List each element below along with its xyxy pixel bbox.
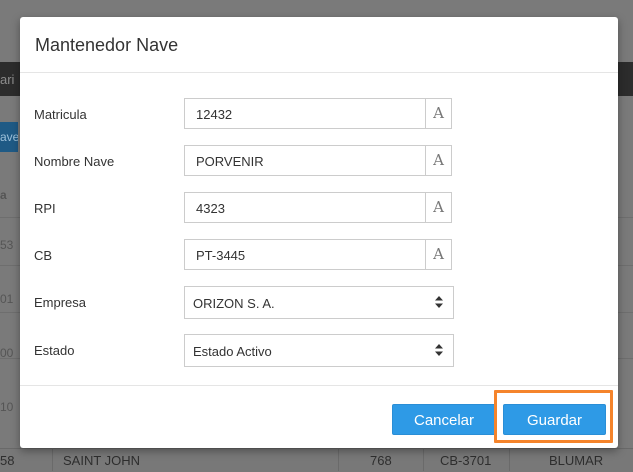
matricula-field[interactable]: 12432 A [184,98,452,129]
background-save-button: ave [0,122,18,152]
background-row-cell: 53 [0,238,14,252]
background-row-cell: 01 [0,292,14,306]
matricula-label: Matricula [34,107,87,122]
estado-value: Estado Activo [193,344,272,359]
rpi-value: 4323 [196,201,225,216]
cb-field[interactable]: PT-3445 A [184,239,452,270]
estado-select[interactable]: Estado Activo [184,334,454,367]
background-row-cell: 10 [0,400,14,414]
nombre-nave-label: Nombre Nave [34,154,115,169]
background-cell-cb: CB-3701 [440,453,492,468]
estado-label: Estado [34,343,75,358]
empresa-select[interactable]: ORIZON S. A. [184,286,454,319]
background-button-label: ave [0,130,18,144]
rpi-field[interactable]: 4323 A [184,192,452,223]
background-column-divider [338,448,339,471]
background-cell-rpi: 768 [370,453,392,468]
modal-dialog: Mantenedor Nave Matricula 12432 A Nombre… [20,17,618,448]
nombre-nave-value: PORVENIR [196,154,264,169]
save-button-highlight [494,390,613,443]
nombre-nave-field[interactable]: PORVENIR A [184,145,452,176]
background-table-header: a [0,188,7,202]
rpi-label: RPI [34,201,56,216]
background-column-divider [423,448,424,471]
background-table-row: 58 SAINT JOHN 768 CB-3701 BLUMAR [0,448,633,472]
empresa-value: ORIZON S. A. [193,296,275,311]
cancel-button[interactable]: Cancelar [392,404,496,435]
select-arrows-icon [435,344,443,356]
cb-label: CB [34,248,53,263]
modal-title: Mantenedor Nave [35,35,179,55]
text-format-icon: A [425,193,451,222]
empresa-label: Empresa [34,295,87,310]
text-format-icon: A [425,240,451,269]
background-cell-name: SAINT JOHN [63,453,141,468]
background-topbar-text: ari [0,72,15,87]
background-row-cell: 58 [0,453,15,468]
text-format-icon: A [425,99,451,128]
cb-value: PT-3445 [196,248,246,263]
select-arrows-icon [435,296,443,308]
modal-body: Matricula 12432 A Nombre Nave PORVENIR A… [20,73,618,385]
background-cell-empresa: BLUMAR [549,453,604,468]
background-column-divider [52,448,53,471]
modal-header: Mantenedor Nave [20,17,618,73]
text-format-icon: A [425,146,451,175]
matricula-value: 12432 [196,107,233,122]
background-column-divider [509,448,510,471]
